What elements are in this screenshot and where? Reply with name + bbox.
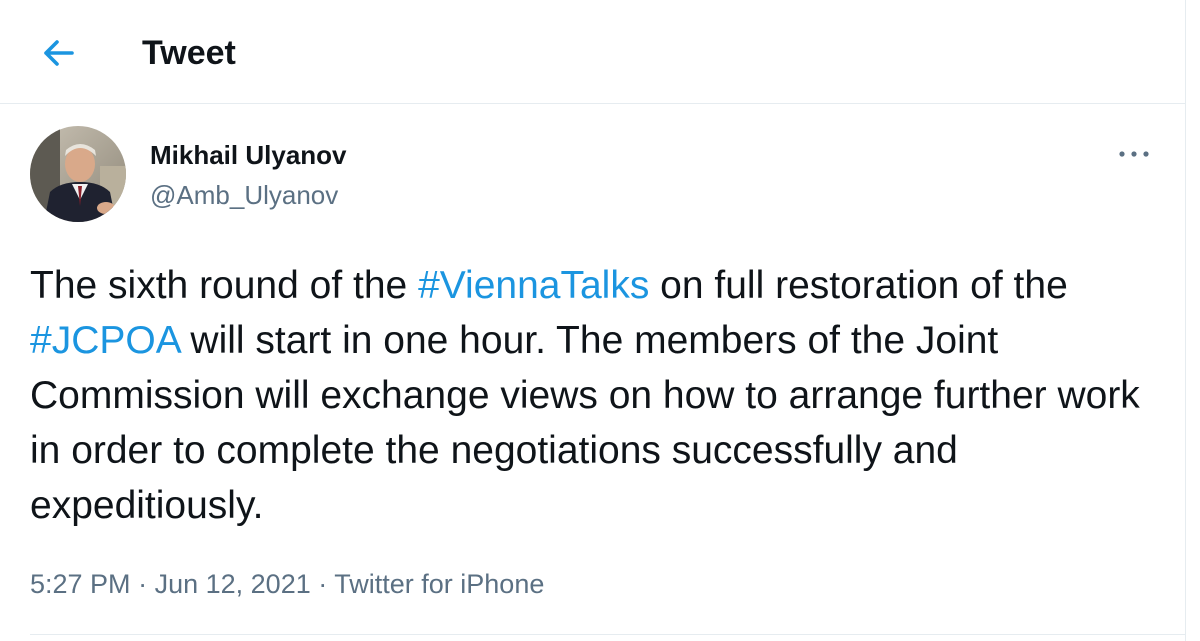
tweet-text-segment: will start in one hour. The members of t…: [30, 319, 1140, 527]
author-name[interactable]: Mikhail Ulyanov: [150, 140, 347, 170]
page-title: Tweet: [142, 34, 236, 72]
more-options-button[interactable]: [1112, 140, 1156, 168]
tweet-text: The sixth round of the #ViennaTalks on f…: [30, 258, 1160, 533]
tweet-page: Tweet Mikhail Ulyanov @Amb_Ulyanov The s…: [0, 0, 1186, 641]
author-avatar[interactable]: [30, 126, 126, 222]
page-header: Tweet: [0, 0, 1186, 104]
avatar-photo: [30, 126, 126, 222]
more-horizontal-icon: [1119, 151, 1149, 157]
tweet-time: 5:27 PM: [30, 569, 131, 599]
divider: [30, 634, 1186, 635]
hashtag-link-viennatalks[interactable]: #ViennaTalks: [418, 264, 649, 307]
tweet-date: Jun 12, 2021: [154, 569, 311, 599]
meta-separator: ·: [138, 569, 148, 599]
tweet-text-segment: on full restoration of the: [649, 264, 1068, 307]
hashtag-link-jcpoa[interactable]: #JCPOA: [30, 319, 180, 362]
tweet-source-link[interactable]: Twitter for iPhone: [334, 569, 544, 599]
tweet-metadata: 5:27 PM · Jun 12, 2021 · Twitter for iPh…: [30, 568, 544, 600]
tweet-timestamp[interactable]: 5:27 PM · Jun 12, 2021: [30, 569, 311, 599]
back-button[interactable]: [34, 28, 84, 78]
arrow-left-icon: [44, 40, 74, 66]
tweet-text-segment: The sixth round of the: [30, 264, 419, 307]
author-handle[interactable]: @Amb_Ulyanov: [150, 180, 338, 210]
meta-separator: ·: [318, 569, 328, 599]
